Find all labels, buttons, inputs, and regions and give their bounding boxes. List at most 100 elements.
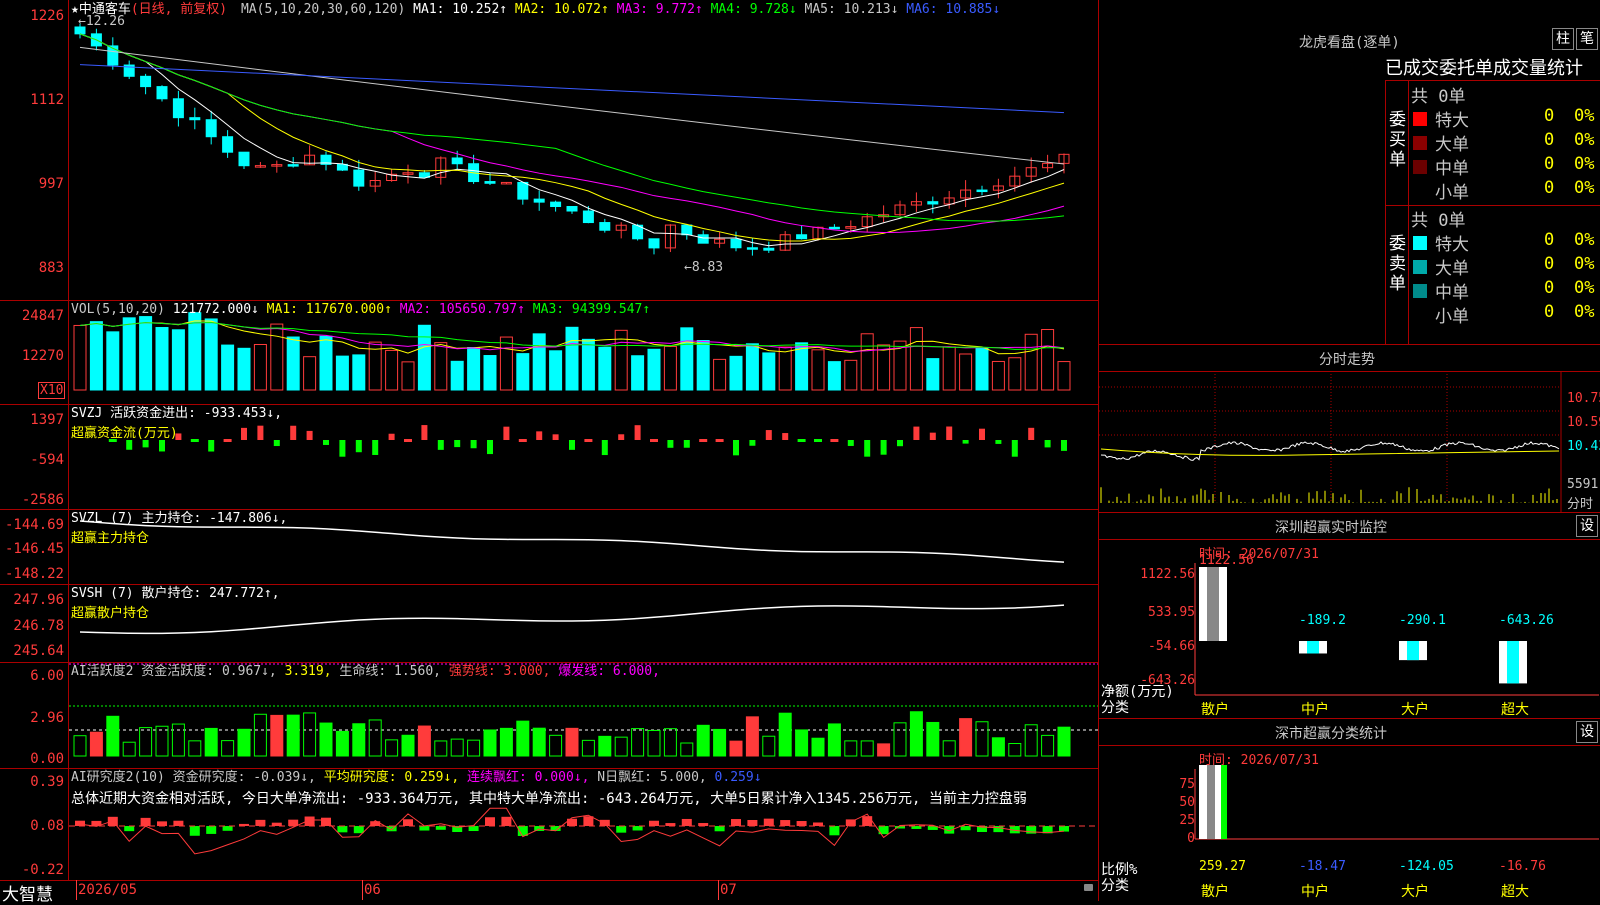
bar-value: -18.47 xyxy=(1299,859,1346,874)
volume-bar xyxy=(860,333,874,391)
research-bar xyxy=(747,819,758,826)
swatch xyxy=(1413,160,1427,174)
activity-bar xyxy=(565,727,579,757)
flow-bar xyxy=(733,440,739,456)
volume-bar xyxy=(401,361,415,391)
activity-bar xyxy=(516,720,530,757)
activity-bar xyxy=(122,741,136,757)
ai2-legend: AI研究度2(10) 资金研究度: -0.039↓, 平均研究度: 0.259↓… xyxy=(71,770,762,786)
ai1-value: 生命线: 1.560, xyxy=(331,664,441,679)
volume-bar xyxy=(1041,329,1055,391)
research-bar xyxy=(140,817,151,826)
ma-value: MA1: 10.252↑ xyxy=(413,2,508,17)
flow-bar xyxy=(388,433,395,440)
stats-tab[interactable]: 已成交委托单成交量统计 xyxy=(1385,54,1600,80)
ai2-value: 连续飘红: 0.000↓, xyxy=(459,770,590,785)
flow-bar xyxy=(159,440,165,452)
flow-bar xyxy=(126,440,133,450)
candlestick-chart[interactable] xyxy=(0,0,1098,300)
svzj-panel[interactable]: 1397 -594 -2586 SVZJ 活跃资金进出: -933.453↓, … xyxy=(0,404,1098,510)
ma-value: MA3: 9.772↑ xyxy=(608,2,703,17)
activity-bar xyxy=(188,740,202,757)
activity-bar xyxy=(532,727,546,757)
svzl-panel[interactable]: -144.69 -146.45 -148.22 SVZL (7) 主力持仓: -… xyxy=(0,509,1098,585)
ai-summary: 总体近期大资金相对活跃, 今日大单净流出: -933.364万元, 其中特大单净… xyxy=(71,791,1027,807)
research-bar xyxy=(813,822,823,826)
activity-bar xyxy=(434,740,448,757)
price-panel[interactable]: 1226 1112 997 883 ★中通客车(日线, 前复权) MA(5,10… xyxy=(0,0,1098,301)
flow-bar xyxy=(208,440,215,452)
ai2-value: 平均研究度: 0.259↓, xyxy=(315,770,460,785)
volume-panel[interactable]: 24847 12270 X10 VOL(5,10,20) 121772.000↓… xyxy=(0,300,1098,405)
research-bar xyxy=(583,816,594,826)
flow-bar xyxy=(699,439,708,442)
buy-row-value: 0 xyxy=(1544,154,1555,174)
candle-body xyxy=(451,157,463,165)
flow-bar xyxy=(715,439,724,442)
flow-bar xyxy=(454,440,461,448)
buy-side-label: 委买单 xyxy=(1389,110,1406,170)
activity-bar xyxy=(959,718,973,757)
vol-label: VOL(5,10,20) xyxy=(71,302,165,317)
sell-side-label: 委卖单 xyxy=(1389,234,1406,294)
research-bar xyxy=(173,820,184,826)
flow-bar xyxy=(584,439,593,442)
intraday-panel[interactable]: 分时走势 10.75 10.59 10.43 5591 分时 xyxy=(1098,344,1600,513)
volume-bar xyxy=(663,345,677,391)
activity-bar xyxy=(368,719,382,757)
ai-research-panel[interactable]: 0.39 0.08 -0.22 AI研究度2(10) 资金研究度: -0.039… xyxy=(0,768,1098,881)
activity-bar xyxy=(549,734,563,757)
sell-row-pct: 0% xyxy=(1574,230,1595,250)
flow-bar xyxy=(830,439,839,442)
flow-bar xyxy=(814,439,822,442)
dragon-tiger-panel[interactable]: 龙虎看盘(逐单) 柱 笔 已成交委托单成交量统计 委买单 共 0单 特大 0 0… xyxy=(1098,0,1600,344)
research-bar xyxy=(501,816,512,826)
sell-row-pct: 0% xyxy=(1574,254,1595,274)
activity-bar xyxy=(942,740,956,757)
ai-activity-panel[interactable]: 6.00 2.96 0.00 AI活跃度2 资金活跃度: 0.967↓, 3.3… xyxy=(0,662,1098,769)
research-bar xyxy=(632,826,643,831)
research-bar xyxy=(189,826,200,836)
ma-value: MA6: 10.885↓ xyxy=(898,2,1001,17)
divider xyxy=(1385,80,1386,344)
y-label: -54.66 xyxy=(1148,639,1195,654)
y-label: 1122.56 xyxy=(1140,567,1195,582)
intraday-chart[interactable] xyxy=(1099,345,1600,513)
research-bar xyxy=(681,818,692,826)
sz-class-panel[interactable]: 深市超赢分类统计 设 时间: 2026/07/31 75 50 25 0 比例%… xyxy=(1098,718,1600,901)
activity-bar xyxy=(631,728,645,757)
lock-icon[interactable] xyxy=(1084,884,1093,891)
bar-view-button[interactable]: 柱 xyxy=(1552,28,1574,50)
research-bar xyxy=(960,826,971,831)
sz-monitor-panel[interactable]: 深圳超赢实时监控 设 时间: 2026/07/31 1122.56 533.95… xyxy=(1098,512,1600,719)
volume-bar xyxy=(303,356,317,391)
activity-bar xyxy=(1057,726,1071,757)
activity-bar xyxy=(877,743,891,757)
tick-view-button[interactable]: 笔 xyxy=(1576,28,1598,50)
activity-bar xyxy=(319,722,333,757)
activity-bar xyxy=(352,723,366,757)
net-bar-core xyxy=(1307,641,1319,654)
flow-bar xyxy=(782,433,789,440)
research-bar xyxy=(616,826,627,833)
flow-bar xyxy=(1061,440,1067,451)
buy-row-value: 0 xyxy=(1544,130,1555,150)
candle-body xyxy=(172,98,184,119)
flow-bar xyxy=(503,426,510,440)
vol-ma-value: MA3: 94399.547↑ xyxy=(524,302,651,317)
volume-bar xyxy=(204,318,218,391)
research-bar xyxy=(731,819,741,826)
volume-bar xyxy=(499,336,513,391)
candle-body xyxy=(763,247,775,251)
bar-value: -124.05 xyxy=(1399,859,1454,874)
flow-bar xyxy=(552,434,559,440)
flow-bar xyxy=(864,440,871,457)
activity-bar xyxy=(286,714,300,757)
dragon-title: 龙虎看盘(逐单) xyxy=(1299,35,1400,51)
flow-bar xyxy=(190,439,199,442)
svsh-panel[interactable]: 247.96 246.78 245.64 SVSH (7) 散户持仓: 247.… xyxy=(0,584,1098,663)
y-label: 25 xyxy=(1179,813,1195,828)
intraday-price xyxy=(1100,441,1560,461)
flow-bar xyxy=(323,440,329,445)
svsh-label: SVSH (7) 散户持仓: 247.772↑, xyxy=(71,586,280,601)
